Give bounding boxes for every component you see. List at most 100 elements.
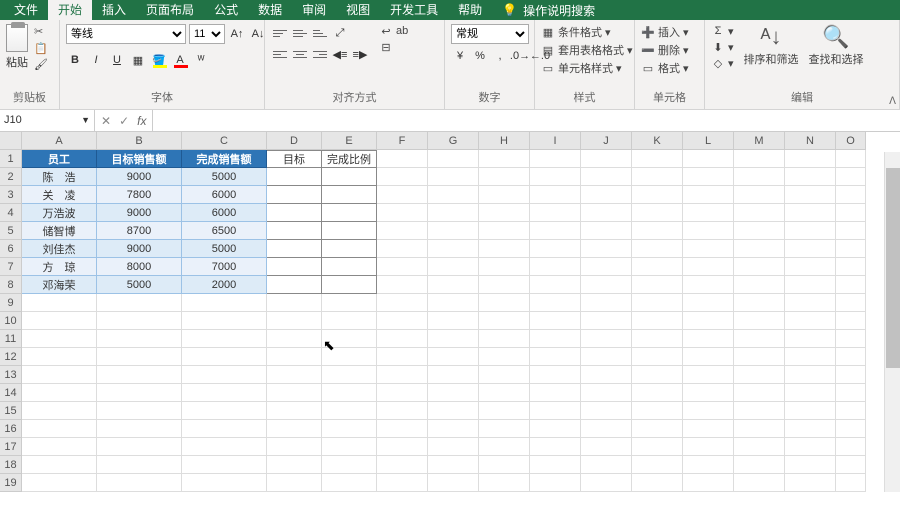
cell-D15[interactable] <box>267 402 322 420</box>
cell-D18[interactable] <box>267 456 322 474</box>
cell-E1[interactable]: 完成比例 <box>322 150 377 168</box>
cell-E10[interactable] <box>322 312 377 330</box>
cell-O16[interactable] <box>836 420 866 438</box>
cell-N10[interactable] <box>785 312 836 330</box>
cell-I11[interactable] <box>530 330 581 348</box>
italic-button[interactable]: I <box>87 51 105 69</box>
menu-tab-5[interactable]: 数据 <box>248 0 292 20</box>
cell-I17[interactable] <box>530 438 581 456</box>
cell-N14[interactable] <box>785 384 836 402</box>
align-top-icon[interactable] <box>271 24 289 42</box>
select-all-corner[interactable] <box>0 132 22 150</box>
cell-L2[interactable] <box>683 168 734 186</box>
cell-A3[interactable]: 关 凌 <box>22 186 97 204</box>
row-header-6[interactable]: 6 <box>0 240 22 258</box>
cell-E15[interactable] <box>322 402 377 420</box>
cell-F8[interactable] <box>377 276 428 294</box>
col-header-E[interactable]: E <box>322 132 377 150</box>
cell-B4[interactable]: 9000 <box>97 204 182 222</box>
cell-F5[interactable] <box>377 222 428 240</box>
cell-A17[interactable] <box>22 438 97 456</box>
cell-A5[interactable]: 储智博 <box>22 222 97 240</box>
cell-O19[interactable] <box>836 474 866 492</box>
cell-F19[interactable] <box>377 474 428 492</box>
row-header-12[interactable]: 12 <box>0 348 22 366</box>
cell-O11[interactable] <box>836 330 866 348</box>
menu-tab-3[interactable]: 页面布局 <box>136 0 204 20</box>
scroll-thumb[interactable] <box>886 168 900 368</box>
cell-O8[interactable] <box>836 276 866 294</box>
cell-I6[interactable] <box>530 240 581 258</box>
cell-B16[interactable] <box>97 420 182 438</box>
cell-D11[interactable] <box>267 330 322 348</box>
align-right-icon[interactable] <box>311 45 329 63</box>
delete-cells-button[interactable]: ➖删除 ▾ <box>641 42 689 58</box>
cell-E17[interactable] <box>322 438 377 456</box>
cell-N17[interactable] <box>785 438 836 456</box>
cell-K1[interactable] <box>632 150 683 168</box>
col-header-G[interactable]: G <box>428 132 479 150</box>
cell-E12[interactable] <box>322 348 377 366</box>
cell-M16[interactable] <box>734 420 785 438</box>
cell-A11[interactable] <box>22 330 97 348</box>
conditional-formatting-button[interactable]: ▦条件格式 ▾ <box>541 24 633 40</box>
cell-E8[interactable] <box>322 276 377 294</box>
cell-E11[interactable] <box>322 330 377 348</box>
cell-A2[interactable]: 陈 浩 <box>22 168 97 186</box>
menu-tab-4[interactable]: 公式 <box>204 0 248 20</box>
cell-H18[interactable] <box>479 456 530 474</box>
row-header-7[interactable]: 7 <box>0 258 22 276</box>
increase-font-icon[interactable]: A↑ <box>228 25 246 43</box>
cell-M13[interactable] <box>734 366 785 384</box>
col-header-D[interactable]: D <box>267 132 322 150</box>
cell-I14[interactable] <box>530 384 581 402</box>
cell-F10[interactable] <box>377 312 428 330</box>
tell-me-search[interactable]: 💡 操作说明搜索 <box>502 2 595 19</box>
cell-H15[interactable] <box>479 402 530 420</box>
cancel-formula-icon[interactable]: ✕ <box>101 114 111 128</box>
cell-E7[interactable] <box>322 258 377 276</box>
row-header-16[interactable]: 16 <box>0 420 22 438</box>
cell-G5[interactable] <box>428 222 479 240</box>
cell-D5[interactable] <box>267 222 322 240</box>
cell-I12[interactable] <box>530 348 581 366</box>
cell-F2[interactable] <box>377 168 428 186</box>
cell-M17[interactable] <box>734 438 785 456</box>
cell-B11[interactable] <box>97 330 182 348</box>
cell-L5[interactable] <box>683 222 734 240</box>
cell-G18[interactable] <box>428 456 479 474</box>
cell-D4[interactable] <box>267 204 322 222</box>
cell-G19[interactable] <box>428 474 479 492</box>
cell-N1[interactable] <box>785 150 836 168</box>
cell-L18[interactable] <box>683 456 734 474</box>
cell-H13[interactable] <box>479 366 530 384</box>
cell-L3[interactable] <box>683 186 734 204</box>
cell-H17[interactable] <box>479 438 530 456</box>
cell-I9[interactable] <box>530 294 581 312</box>
cell-B15[interactable] <box>97 402 182 420</box>
cell-B1[interactable]: 目标销售额 <box>97 150 182 168</box>
cell-C12[interactable] <box>182 348 267 366</box>
cell-G16[interactable] <box>428 420 479 438</box>
cell-M7[interactable] <box>734 258 785 276</box>
cell-N7[interactable] <box>785 258 836 276</box>
cell-G15[interactable] <box>428 402 479 420</box>
cell-C2[interactable]: 5000 <box>182 168 267 186</box>
cell-C11[interactable] <box>182 330 267 348</box>
collapse-ribbon-icon[interactable]: ᐱ <box>889 96 896 107</box>
row-header-18[interactable]: 18 <box>0 456 22 474</box>
cell-N15[interactable] <box>785 402 836 420</box>
menu-tab-0[interactable]: 文件 <box>4 0 48 20</box>
cell-C16[interactable] <box>182 420 267 438</box>
cell-O10[interactable] <box>836 312 866 330</box>
cell-M19[interactable] <box>734 474 785 492</box>
col-header-F[interactable]: F <box>377 132 428 150</box>
cell-J17[interactable] <box>581 438 632 456</box>
cell-O6[interactable] <box>836 240 866 258</box>
row-header-4[interactable]: 4 <box>0 204 22 222</box>
cell-J16[interactable] <box>581 420 632 438</box>
cell-C10[interactable] <box>182 312 267 330</box>
cut-icon[interactable] <box>34 24 48 38</box>
cell-A18[interactable] <box>22 456 97 474</box>
row-header-2[interactable]: 2 <box>0 168 22 186</box>
